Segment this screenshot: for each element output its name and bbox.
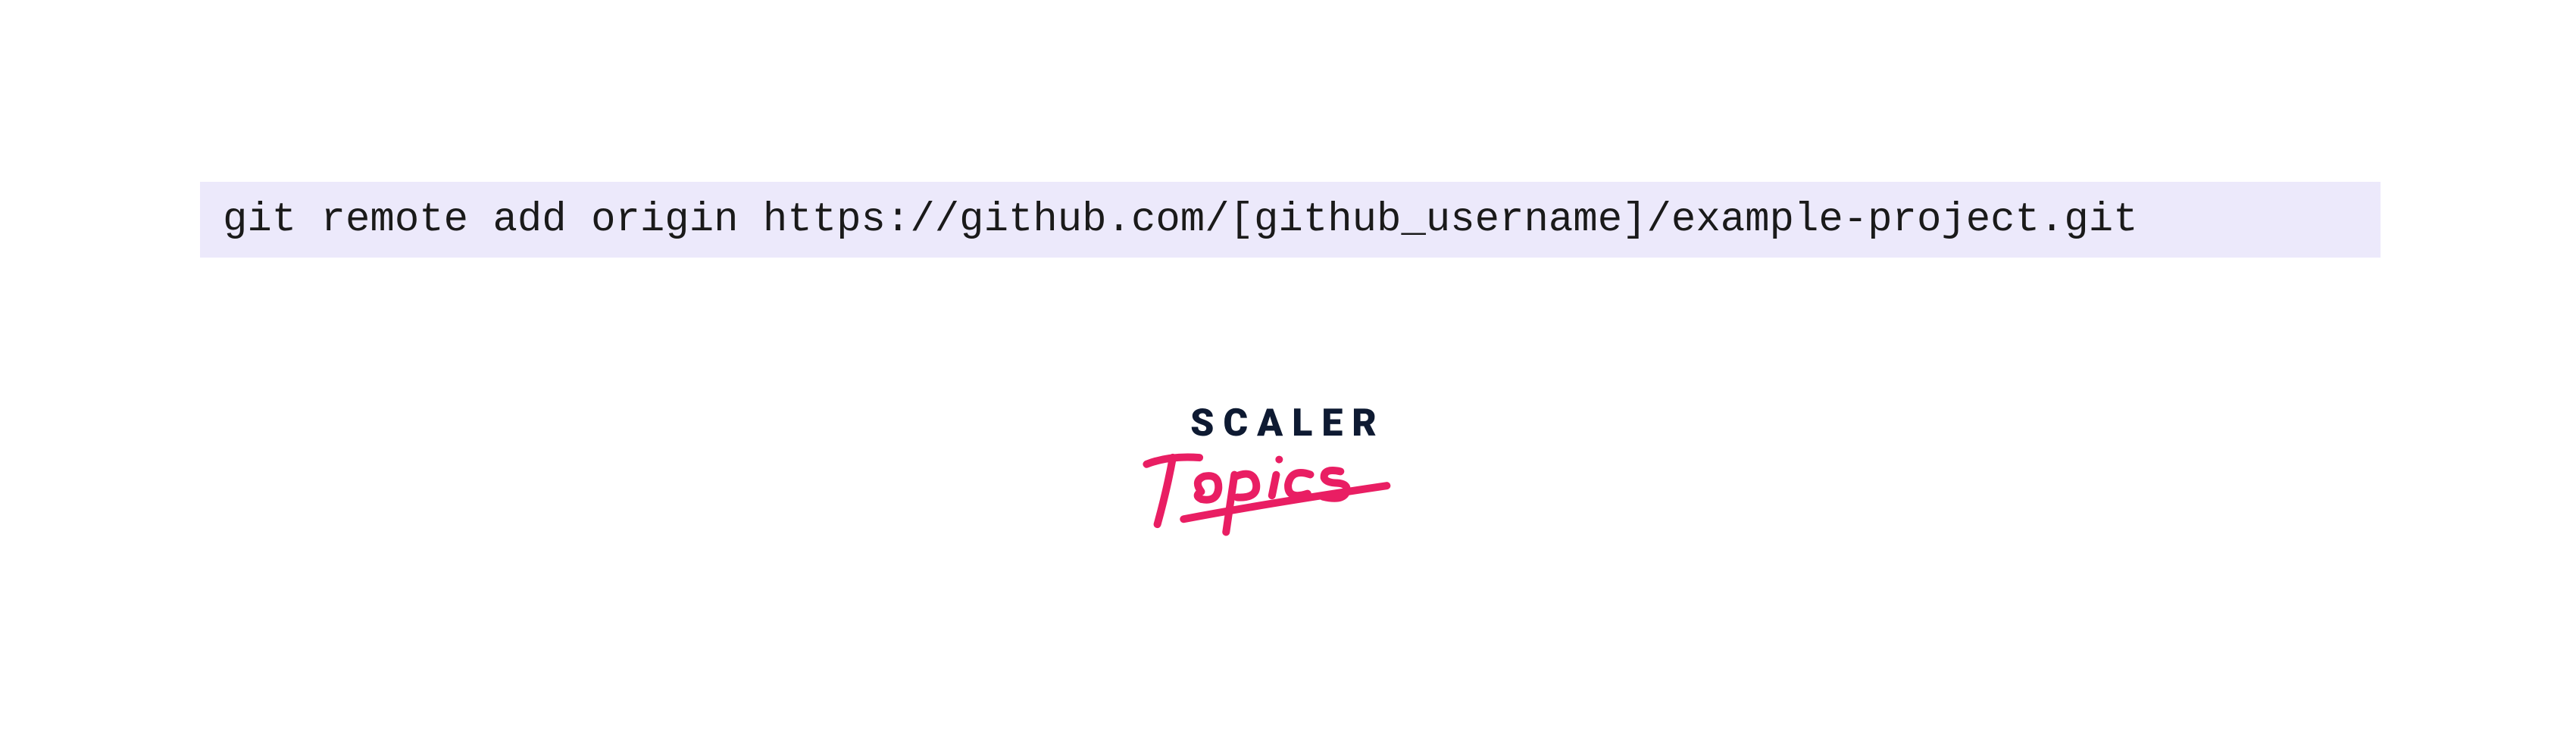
logo-topics-svg: .topics-path { fill: none; stroke: #e91e… [1129, 430, 1447, 536]
scaler-topics-logo: SCALER .topics-path { fill: none; stroke… [1129, 401, 1447, 536]
code-block: git remote add origin https://github.com… [200, 182, 2381, 258]
code-command-text: git remote add origin https://github.com… [223, 197, 2138, 243]
